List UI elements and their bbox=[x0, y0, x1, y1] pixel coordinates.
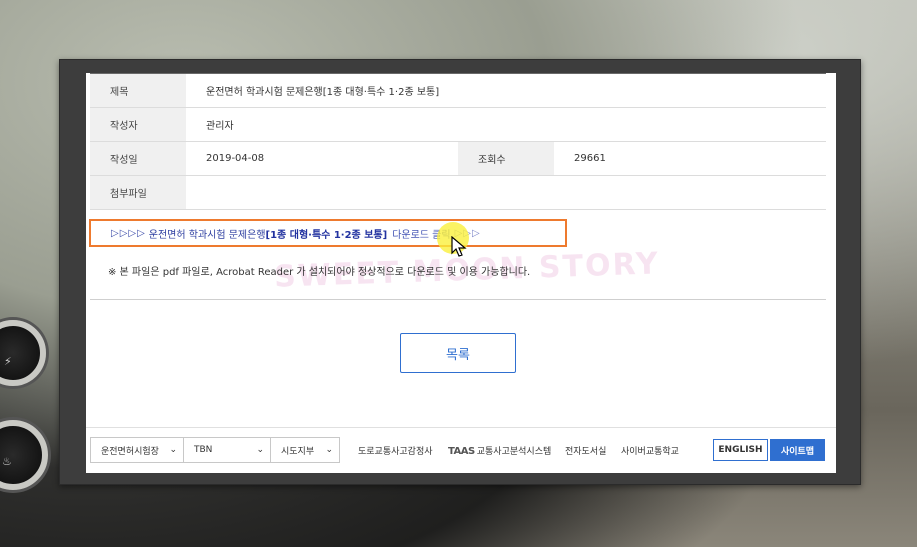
footer-link-e-library[interactable]: 전자도서실 bbox=[565, 444, 606, 457]
background-photo: ⚡ ♨ 제목 운전면허 학과시험 문제은행[1종 대형·특수 1·2종 보통] … bbox=[0, 0, 917, 547]
post-attachment-row: 첨부파일 bbox=[90, 176, 826, 210]
attachment-label: 첨부파일 bbox=[90, 176, 186, 209]
chevron-down-icon: ⌄ bbox=[256, 445, 264, 455]
download-link-box[interactable]: ▷▷▷▷ 운전면허 학과시험 문제은행 [1종 대형·특수 1·2종 보통] 다… bbox=[89, 219, 567, 247]
attachment-value bbox=[186, 176, 826, 209]
title-label: 제목 bbox=[90, 74, 186, 107]
post-date-row: 작성일 2019-04-08 조회수 29661 bbox=[90, 142, 826, 176]
date-label: 작성일 bbox=[90, 142, 186, 175]
chevron-down-icon: ⌄ bbox=[325, 445, 333, 455]
footer-link-accident-appraiser[interactable]: 도로교통사고감정사 bbox=[358, 444, 433, 457]
monitor-frame: 제목 운전면허 학과시험 문제은행[1종 대형·특수 1·2종 보통] 작성자 … bbox=[59, 59, 861, 485]
branch-select-value: 시도지부 bbox=[281, 446, 315, 457]
site-footer: 운전면허시험장 ⌄ TBN ⌄ 시도지부 ⌄ 도로교통사고감정사 TAAS 교통사… bbox=[86, 427, 836, 473]
english-button[interactable]: ENGLISH bbox=[713, 439, 768, 461]
views-value: 29661 bbox=[574, 153, 606, 164]
download-title[interactable]: 운전면허 학과시험 문제은행 bbox=[149, 226, 266, 241]
exam-center-select-value: 운전면허시험장 bbox=[101, 446, 159, 457]
post-author-row: 작성자 관리자 bbox=[90, 108, 826, 142]
download-title-bold[interactable]: [1종 대형·특수 1·2종 보통] bbox=[266, 226, 388, 241]
tbn-select[interactable]: TBN ⌄ bbox=[183, 437, 271, 463]
sitemap-button[interactable]: 사이트맵 bbox=[770, 439, 825, 461]
author-value: 관리자 bbox=[206, 121, 234, 132]
post-title-row: 제목 운전면허 학과시험 문제은행[1종 대형·특수 1·2종 보통] bbox=[90, 73, 826, 108]
views-label: 조회수 bbox=[458, 142, 554, 175]
dashboard-dial bbox=[0, 320, 46, 386]
author-label: 작성자 bbox=[90, 108, 186, 141]
dashboard-lightning-icon: ⚡ bbox=[4, 355, 12, 368]
date-value: 2019-04-08 bbox=[206, 153, 265, 164]
tbn-select-value: TBN bbox=[194, 445, 213, 455]
chevron-down-icon: ⌄ bbox=[169, 445, 177, 455]
post-info-table: 제목 운전면허 학과시험 문제은행[1종 대형·특수 1·2종 보통] 작성자 … bbox=[90, 73, 826, 210]
footer-link-cyber-school[interactable]: 사이버교통학교 bbox=[621, 444, 679, 457]
pdf-notice: ※ 본 파일은 pdf 파일로, Acrobat Reader 가 설치되어야 … bbox=[108, 267, 531, 278]
branch-select[interactable]: 시도지부 ⌄ bbox=[270, 437, 340, 463]
footer-link-taas-label: 교통사고분석시스템 bbox=[476, 447, 552, 457]
content-divider bbox=[90, 299, 826, 300]
arrow-left-icons: ▷▷▷▷ bbox=[111, 227, 146, 239]
mouse-pointer-icon bbox=[451, 236, 467, 257]
dashboard-seat-icon: ♨ bbox=[2, 455, 12, 468]
title-value: 운전면허 학과시험 문제은행[1종 대형·특수 1·2종 보통] bbox=[206, 87, 440, 98]
footer-link-taas[interactable]: TAAS 교통사고분석시스템 bbox=[448, 444, 551, 457]
exam-center-select[interactable]: 운전면허시험장 ⌄ bbox=[90, 437, 184, 463]
browser-screen: 제목 운전면허 학과시험 문제은행[1종 대형·특수 1·2종 보통] 작성자 … bbox=[86, 73, 836, 473]
taas-logo: TAAS bbox=[448, 446, 475, 457]
list-button[interactable]: 목록 bbox=[400, 333, 516, 373]
